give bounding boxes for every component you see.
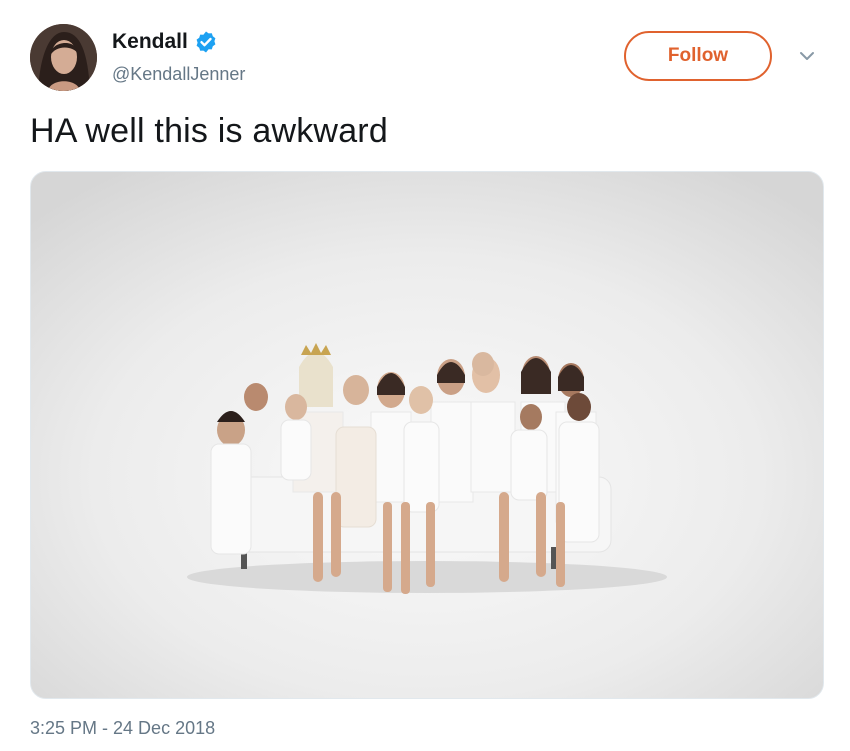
user-handle[interactable]: @KendallJenner bbox=[112, 64, 245, 85]
tweet-text: HA well this is awkward bbox=[30, 112, 388, 150]
family-group-photo bbox=[31, 172, 823, 698]
verified-badge-icon bbox=[194, 30, 218, 54]
tweet-photo[interactable] bbox=[30, 171, 824, 699]
chevron-down-icon[interactable] bbox=[796, 48, 818, 64]
user-name-row: Kendall bbox=[112, 30, 218, 54]
tweet-timestamp[interactable]: 3:25 PM - 24 Dec 2018 bbox=[30, 718, 215, 739]
tweet-card: Kendall @KendallJenner Follow HA well th… bbox=[0, 0, 850, 751]
avatar-portrait bbox=[30, 24, 97, 91]
display-name[interactable]: Kendall bbox=[112, 30, 188, 54]
avatar[interactable] bbox=[30, 24, 97, 91]
follow-button[interactable]: Follow bbox=[624, 31, 772, 81]
